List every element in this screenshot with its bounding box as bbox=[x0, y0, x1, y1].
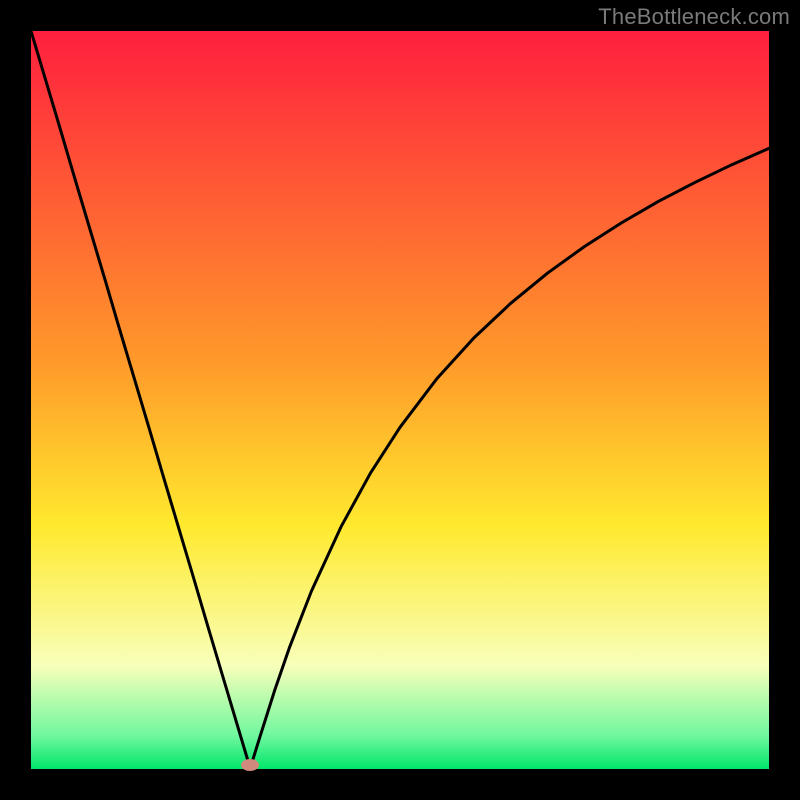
minimum-marker bbox=[241, 759, 259, 771]
chart-frame bbox=[31, 31, 769, 769]
watermark-text: TheBottleneck.com bbox=[598, 4, 790, 30]
bottleneck-curve bbox=[31, 31, 769, 769]
